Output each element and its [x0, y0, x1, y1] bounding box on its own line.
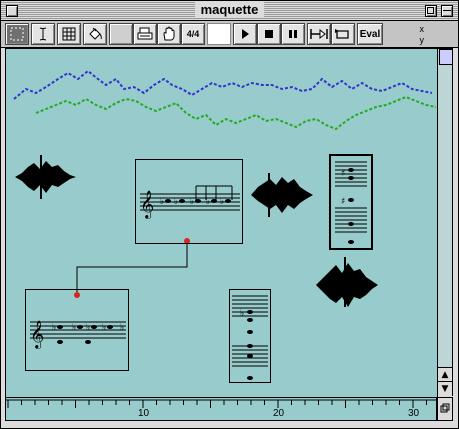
- svg-text:♭: ♭: [160, 197, 164, 207]
- svg-text:♭: ♭: [220, 197, 224, 207]
- ruler-ticks: [6, 399, 438, 408]
- play-icon: [242, 29, 249, 39]
- step-button[interactable]: [307, 23, 331, 45]
- chord-box-2[interactable]: ♭: [229, 289, 271, 383]
- connection-line[interactable]: [76, 241, 188, 295]
- paint-bucket-icon: [89, 27, 102, 40]
- loop-button[interactable]: [331, 23, 355, 45]
- i-beam-icon: [39, 27, 47, 41]
- svg-text:♭: ♭: [174, 197, 178, 207]
- svg-text:♭: ♭: [206, 197, 210, 207]
- zoom-box[interactable]: [425, 5, 437, 17]
- grow-box[interactable]: [437, 397, 453, 421]
- empty-tool-slot: [109, 23, 133, 45]
- xy-readout: x y: [420, 24, 425, 46]
- y-label: y: [419, 35, 425, 45]
- svg-text:♯: ♯: [341, 197, 345, 207]
- svg-text:♭: ♭: [52, 323, 56, 333]
- chord-box-1[interactable]: ♯ ♯: [329, 154, 373, 250]
- svg-text:♭: ♭: [86, 323, 90, 333]
- staff-notation-2: 𝄞 ♭ ♭ ♭ ♭ ♭: [30, 320, 126, 349]
- pause-icon: [289, 30, 297, 38]
- grid-icon: [62, 27, 76, 41]
- blank-tool-slot: [207, 23, 231, 45]
- print-button[interactable]: [133, 23, 157, 45]
- svg-text:♭: ♭: [72, 323, 76, 333]
- step-forward-icon: [310, 28, 328, 40]
- maquette-canvas[interactable]: 𝄞 ♭ ♭ ♭ ♭ ♭ 𝄞 ♭ ♭ ♭ ♭ ♭ ♯ ♯ ♭: [5, 48, 438, 398]
- hand-icon: [163, 26, 175, 41]
- blue-bpf-curve[interactable]: [13, 69, 433, 100]
- score-box-2[interactable]: 𝄞 ♭ ♭ ♭ ♭ ♭: [25, 289, 129, 371]
- grid-button[interactable]: [57, 23, 81, 45]
- time-signature-label: 4/4: [186, 29, 200, 39]
- play-button[interactable]: [233, 23, 257, 45]
- ruler-label-10: 10: [138, 408, 150, 419]
- text-cursor-button[interactable]: [31, 23, 55, 45]
- stop-button[interactable]: [257, 23, 281, 45]
- maquette-window: maquette 4/4 Eval x y 𝄞 ♭ ♭ ♭ ♭ ♭ 𝄞 ♭ ♭ …: [0, 0, 459, 429]
- pause-button[interactable]: [281, 23, 305, 45]
- close-box[interactable]: [6, 5, 18, 17]
- scroll-up-arrow[interactable]: ▲: [438, 367, 452, 382]
- hand-tool-button[interactable]: [157, 23, 181, 45]
- eval-label: Eval: [359, 28, 381, 40]
- score-box-1[interactable]: 𝄞 ♭ ♭ ♭ ♭ ♭: [135, 159, 243, 244]
- window-title: maquette: [194, 2, 265, 18]
- green-bpf-curve[interactable]: [35, 95, 437, 131]
- svg-text:♭: ♭: [190, 197, 194, 207]
- toolbar: 4/4 Eval x y: [1, 21, 458, 48]
- svg-text:𝄞: 𝄞: [30, 320, 44, 349]
- paint-bucket-button[interactable]: [83, 23, 107, 45]
- eval-button[interactable]: Eval: [357, 23, 383, 45]
- collapse-box[interactable]: [441, 5, 453, 17]
- title-bar[interactable]: maquette: [1, 1, 458, 21]
- time-ruler[interactable]: 10 20 30: [5, 397, 438, 421]
- waveform-clip-3[interactable]: [316, 257, 378, 307]
- marquee-select-icon: [10, 27, 24, 41]
- ruler-label-30: 30: [408, 408, 420, 419]
- printer-icon: [137, 27, 153, 40]
- svg-text:𝄞: 𝄞: [140, 190, 154, 219]
- waveform-clip-2[interactable]: [251, 173, 313, 217]
- select-tool-button[interactable]: [5, 23, 29, 45]
- svg-text:♯: ♯: [341, 169, 345, 179]
- chord-notation-1: ♯ ♯: [335, 161, 367, 244]
- svg-text:♭: ♭: [240, 309, 244, 319]
- scroll-down-arrow[interactable]: ▼: [438, 381, 452, 396]
- vertical-scrollbar[interactable]: ▲ ▼: [437, 48, 453, 396]
- time-signature-button[interactable]: 4/4: [181, 23, 205, 45]
- x-label: x: [419, 24, 425, 34]
- loop-icon: [335, 29, 349, 39]
- staff-notation-1: 𝄞 ♭ ♭ ♭ ♭ ♭: [140, 185, 240, 219]
- svg-text:♭: ♭: [102, 323, 106, 333]
- chord-notation-2: ♭: [232, 295, 268, 380]
- waveform-clip-1[interactable]: [15, 155, 76, 199]
- svg-text:♭: ♭: [120, 323, 124, 333]
- resize-icon: [440, 403, 450, 413]
- scroll-thumb[interactable]: [439, 49, 453, 65]
- stop-icon: [265, 30, 273, 38]
- ruler-label-20: 20: [273, 408, 285, 419]
